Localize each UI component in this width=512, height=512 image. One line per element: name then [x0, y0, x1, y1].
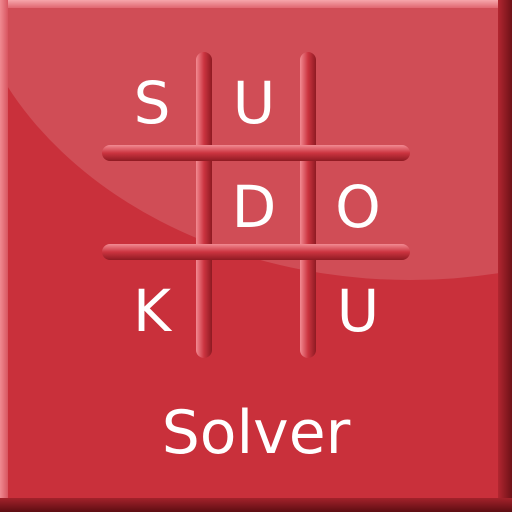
app-subtitle: Solver	[161, 398, 351, 468]
grid-line-vertical-right	[300, 52, 316, 358]
grid-letter-o: O	[335, 173, 381, 241]
grid-letter-u-2: U	[336, 277, 380, 345]
grid-letter-k: K	[132, 277, 172, 345]
grid-line-horizontal-bottom	[102, 244, 410, 260]
sudoku-solver-app-icon[interactable]: S U D O K U Solver	[0, 0, 512, 512]
grid-letter-d: D	[231, 173, 277, 241]
grid-line-vertical-left	[196, 52, 212, 358]
grid-letter-u: U	[232, 69, 276, 137]
grid-line-horizontal-top	[102, 145, 410, 161]
grid-letter-s: S	[133, 69, 171, 137]
